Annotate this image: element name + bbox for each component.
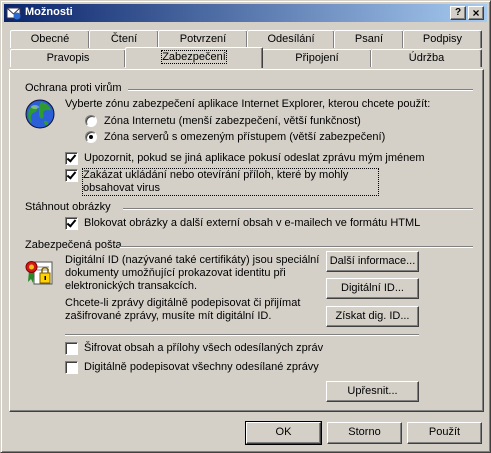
cancel-button[interactable]: Storno: [327, 422, 402, 444]
block-images-label[interactable]: Blokovat obrázky a další externí obsah v…: [84, 217, 420, 229]
zone-prompt: Vyberte zónu zabezpečení aplikace Intern…: [65, 98, 431, 110]
tab-odesilani[interactable]: Odesílání: [247, 30, 335, 48]
digital-sign-description: Chcete-li zprávy digitálně podepisovat č…: [65, 297, 301, 322]
certificate-icon: [25, 261, 53, 285]
window-title: Možnosti: [25, 6, 73, 18]
images-section-heading: Stáhnout obrázky: [25, 201, 111, 213]
virus-section-heading: Ochrana proti virům: [25, 82, 122, 94]
zone-internet-label[interactable]: Zóna Internetu (menší zabezpečení, větší…: [104, 115, 361, 127]
secure-mail-section-heading: Zabezpečená pošta: [25, 239, 122, 251]
tab-pripojeni[interactable]: Připojení: [262, 49, 372, 67]
block-attachments-label[interactable]: Zakázat ukládání nebo otevírání příloh, …: [82, 168, 379, 196]
tab-potvrzeni[interactable]: Potvrzení: [158, 30, 248, 48]
outlook-express-icon: [6, 7, 21, 20]
tab-udrzba[interactable]: Údržba: [371, 49, 482, 67]
digital-ids-button[interactable]: Digitální ID...: [326, 278, 419, 299]
section-divider: [123, 208, 473, 210]
tab-zabezpeceni-label: Zabezpečení: [161, 50, 227, 64]
help-button[interactable]: ?: [450, 6, 466, 20]
globe-icon: [25, 99, 55, 129]
close-button[interactable]: ×: [468, 6, 484, 20]
section-divider: [120, 246, 473, 248]
section-divider: [65, 334, 419, 336]
options-dialog: Možnosti ? × Obecné Čtení Potvrzení Odes…: [0, 0, 491, 453]
more-info-button[interactable]: Další informace...: [326, 251, 419, 272]
tab-obecne[interactable]: Obecné: [10, 30, 90, 48]
zone-restricted-label[interactable]: Zóna serverů s omezeným přístupem (větší…: [104, 131, 385, 143]
warn-send-label[interactable]: Upozornit, pokud se jiná aplikace pokusí…: [84, 152, 425, 164]
encrypt-checkbox[interactable]: [65, 342, 78, 355]
zone-restricted-radio[interactable]: [85, 131, 97, 143]
sign-checkbox[interactable]: [65, 361, 78, 374]
tab-pravopis[interactable]: Pravopis: [10, 49, 126, 67]
title-bar[interactable]: Možnosti ? ×: [4, 4, 487, 22]
get-digital-id-button[interactable]: Získat dig. ID...: [326, 306, 419, 327]
section-divider: [128, 89, 473, 91]
encrypt-label[interactable]: Šifrovat obsah a přílohy všech odesílaný…: [84, 342, 323, 354]
apply-button[interactable]: Použít: [407, 422, 482, 444]
tab-cteni[interactable]: Čtení: [89, 30, 159, 48]
block-images-checkbox[interactable]: [65, 217, 78, 230]
security-panel: Ochrana proti virům Vyberte zónu zabezpe…: [9, 69, 484, 412]
tab-psani[interactable]: Psaní: [334, 30, 404, 48]
warn-send-checkbox[interactable]: [65, 152, 78, 165]
zone-internet-radio[interactable]: [85, 115, 97, 127]
ok-button[interactable]: OK: [245, 421, 322, 445]
tab-zabezpeceni[interactable]: Zabezpečení: [125, 47, 263, 68]
digital-id-description: Digitální ID (nazývané také certifikáty)…: [65, 254, 320, 292]
block-attachments-checkbox[interactable]: [65, 169, 78, 182]
advanced-button[interactable]: Upřesnit...: [326, 381, 419, 402]
tab-podpisy[interactable]: Podpisy: [403, 30, 482, 48]
sign-label[interactable]: Digitálně podepisovat všechny odesílané …: [84, 361, 319, 373]
